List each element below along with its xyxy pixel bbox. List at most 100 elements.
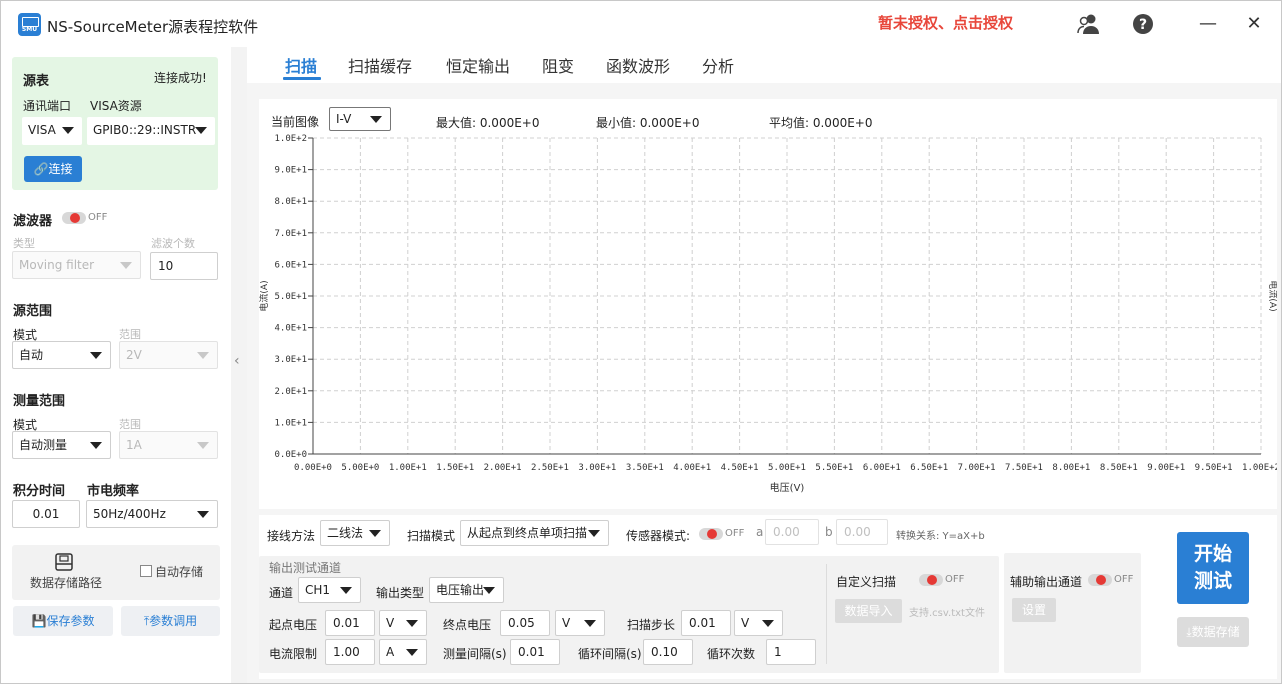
scan-step-unit-select[interactable]: V — [734, 610, 783, 636]
end-voltage-unit-select[interactable]: V — [555, 610, 605, 636]
channel-select[interactable]: CH1 — [298, 577, 361, 603]
start-test-button[interactable]: 开始 测试 — [1177, 532, 1249, 604]
connect-button[interactable]: 🔗连接 — [24, 156, 82, 182]
chevron-down-icon — [483, 587, 495, 594]
sensor-mode-toggle[interactable] — [699, 528, 723, 540]
chevron-down-icon — [90, 352, 102, 359]
channel-value: CH1 — [305, 583, 331, 597]
app-title: NS-SourceMeter源表程控软件 — [47, 18, 259, 36]
end-voltage-unit: V — [562, 616, 571, 630]
measure-interval-input[interactable]: 0.01 — [510, 639, 560, 665]
measure-range-select[interactable]: 1A — [119, 431, 218, 459]
measure-mode-value: 自动测量 — [19, 438, 68, 452]
b-input[interactable]: 0.00 — [836, 519, 888, 545]
x-tick-label: 9.50E+1 — [1195, 463, 1233, 473]
sensor-toggle-text: OFF — [725, 528, 745, 539]
chevron-down-icon — [588, 530, 600, 537]
save-icon: 💾 — [31, 614, 47, 628]
x-axis-title: 电压(V) — [770, 481, 805, 494]
tab-analysis[interactable]: 分析 — [702, 53, 734, 77]
data-import-button[interactable]: 数据导入 — [835, 599, 902, 623]
storage-path-label[interactable]: 数据存储路径 — [30, 574, 102, 591]
y-tick-label: 1.0E+2 — [274, 134, 307, 144]
integration-time-input[interactable]: 0.01 — [12, 500, 80, 528]
connect-label: 连接 — [48, 162, 73, 176]
mains-freq-select[interactable]: 50Hz/400Hz — [86, 500, 218, 528]
aux-output-toggle[interactable] — [1088, 574, 1112, 586]
source-mode-select[interactable]: 自动 — [12, 341, 111, 369]
scan-mode-select[interactable]: 从起点到终点单项扫描 — [460, 520, 609, 546]
data-save-button[interactable]: ⤓数据存储 — [1177, 617, 1249, 647]
filter-count-input[interactable]: 10 — [150, 252, 218, 280]
start-test-label-1: 开始 — [1193, 543, 1232, 565]
minimize-button[interactable]: — — [1195, 11, 1221, 37]
connection-status: 连接成功! — [154, 71, 207, 85]
source-title: 源表 — [23, 74, 50, 89]
output-type-select[interactable]: 电压输出 — [429, 577, 504, 603]
filter-type-label: 类型 — [13, 237, 35, 250]
y-tick-label: 2.0E+1 — [274, 387, 307, 397]
x-tick-label: 2.00E+1 — [484, 463, 522, 473]
filter-toggle-text: OFF — [88, 212, 108, 223]
port-select-value: VISA — [28, 123, 56, 137]
source-range-value: 2V — [126, 348, 142, 362]
y-tick-label: 6.0E+1 — [274, 260, 307, 270]
aux-settings-button[interactable]: 设置 — [1012, 598, 1056, 622]
y-axis-title: 电流(A) — [259, 280, 270, 311]
license-link[interactable]: 暂未授权、点击授权 — [878, 12, 1013, 33]
source-meter-box: 源表 连接成功! 通讯端口 VISA资源 VISA GPIB0::29::INS… — [12, 57, 218, 190]
tab-scan-cache[interactable]: 扫描缓存 — [348, 53, 412, 77]
current-limit-unit-select[interactable]: A — [379, 639, 427, 665]
loop-count-input[interactable]: 1 — [766, 639, 816, 665]
x-tick-label: 3.00E+1 — [578, 463, 616, 473]
loop-interval-input[interactable]: 0.10 — [643, 639, 693, 665]
scan-step-input[interactable]: 0.01 — [681, 610, 731, 636]
wiring-select[interactable]: 二线法 — [320, 520, 390, 546]
channel-label: 通道 — [269, 586, 294, 600]
x-tick-label: 3.50E+1 — [626, 463, 664, 473]
source-range-select[interactable]: 2V — [119, 341, 218, 369]
start-voltage-input[interactable]: 0.01 — [325, 610, 375, 636]
output-group-title: 输出测试通道 — [269, 561, 342, 575]
storage-box: 数据存储路径 自动存储 — [12, 545, 220, 600]
custom-scan-toggle[interactable] — [919, 574, 943, 586]
custom-scan-toggle-text: OFF — [945, 574, 965, 585]
measure-range-label: 范围 — [119, 418, 141, 431]
users-icon[interactable] — [1077, 12, 1101, 36]
help-icon[interactable]: ? — [1131, 12, 1155, 36]
sidebar-collapse-handle[interactable]: ‹ — [231, 47, 247, 683]
x-tick-label: 8.50E+1 — [1100, 463, 1138, 473]
tab-resistive-switching[interactable]: 阻变 — [542, 53, 574, 77]
save-params-button[interactable]: 💾保存参数 — [13, 606, 113, 636]
loop-count-label: 循环次数 — [707, 647, 756, 661]
measure-range-value: 1A — [126, 438, 142, 452]
port-select[interactable]: VISA — [22, 117, 82, 145]
tab-scan[interactable]: 扫描 — [285, 53, 317, 77]
a-label: a — [756, 525, 764, 539]
x-tick-label: 4.00E+1 — [673, 463, 711, 473]
load-params-button[interactable]: ⤒参数调用 — [121, 606, 220, 636]
output-type-value: 电压输出 — [436, 583, 485, 597]
a-input[interactable]: 0.00 — [765, 519, 819, 545]
current-limit-input[interactable]: 1.00 — [325, 639, 375, 665]
left-panel: 源表 连接成功! 通讯端口 VISA资源 VISA GPIB0::29::INS… — [1, 47, 231, 683]
mains-freq-value: 50Hz/400Hz — [93, 507, 166, 521]
storage-path-icon[interactable] — [54, 553, 74, 574]
measure-mode-select[interactable]: 自动测量 — [12, 431, 111, 459]
tab-constant-output[interactable]: 恒定输出 — [446, 53, 510, 77]
scan-step-unit: V — [741, 616, 750, 630]
aux-output-group: 辅助输出通道 OFF 设置 — [1004, 553, 1141, 673]
y-tick-label: 5.0E+1 — [274, 292, 307, 302]
chevron-down-icon — [406, 620, 418, 627]
chevron-down-icon — [62, 127, 74, 134]
x-tick-label: 4.50E+1 — [721, 463, 759, 473]
filter-toggle[interactable] — [62, 212, 86, 224]
filter-type-select[interactable]: Moving filter — [12, 251, 141, 279]
start-voltage-unit-select[interactable]: V — [379, 610, 427, 636]
end-voltage-input[interactable]: 0.05 — [500, 610, 550, 636]
filter-type-value: Moving filter — [19, 258, 95, 272]
auto-save-checkbox[interactable] — [140, 565, 152, 577]
tab-function-waveform[interactable]: 函数波形 — [606, 53, 670, 77]
close-button[interactable]: ✕ — [1241, 11, 1267, 37]
visa-select[interactable]: GPIB0::29::INSTR — [87, 117, 215, 145]
